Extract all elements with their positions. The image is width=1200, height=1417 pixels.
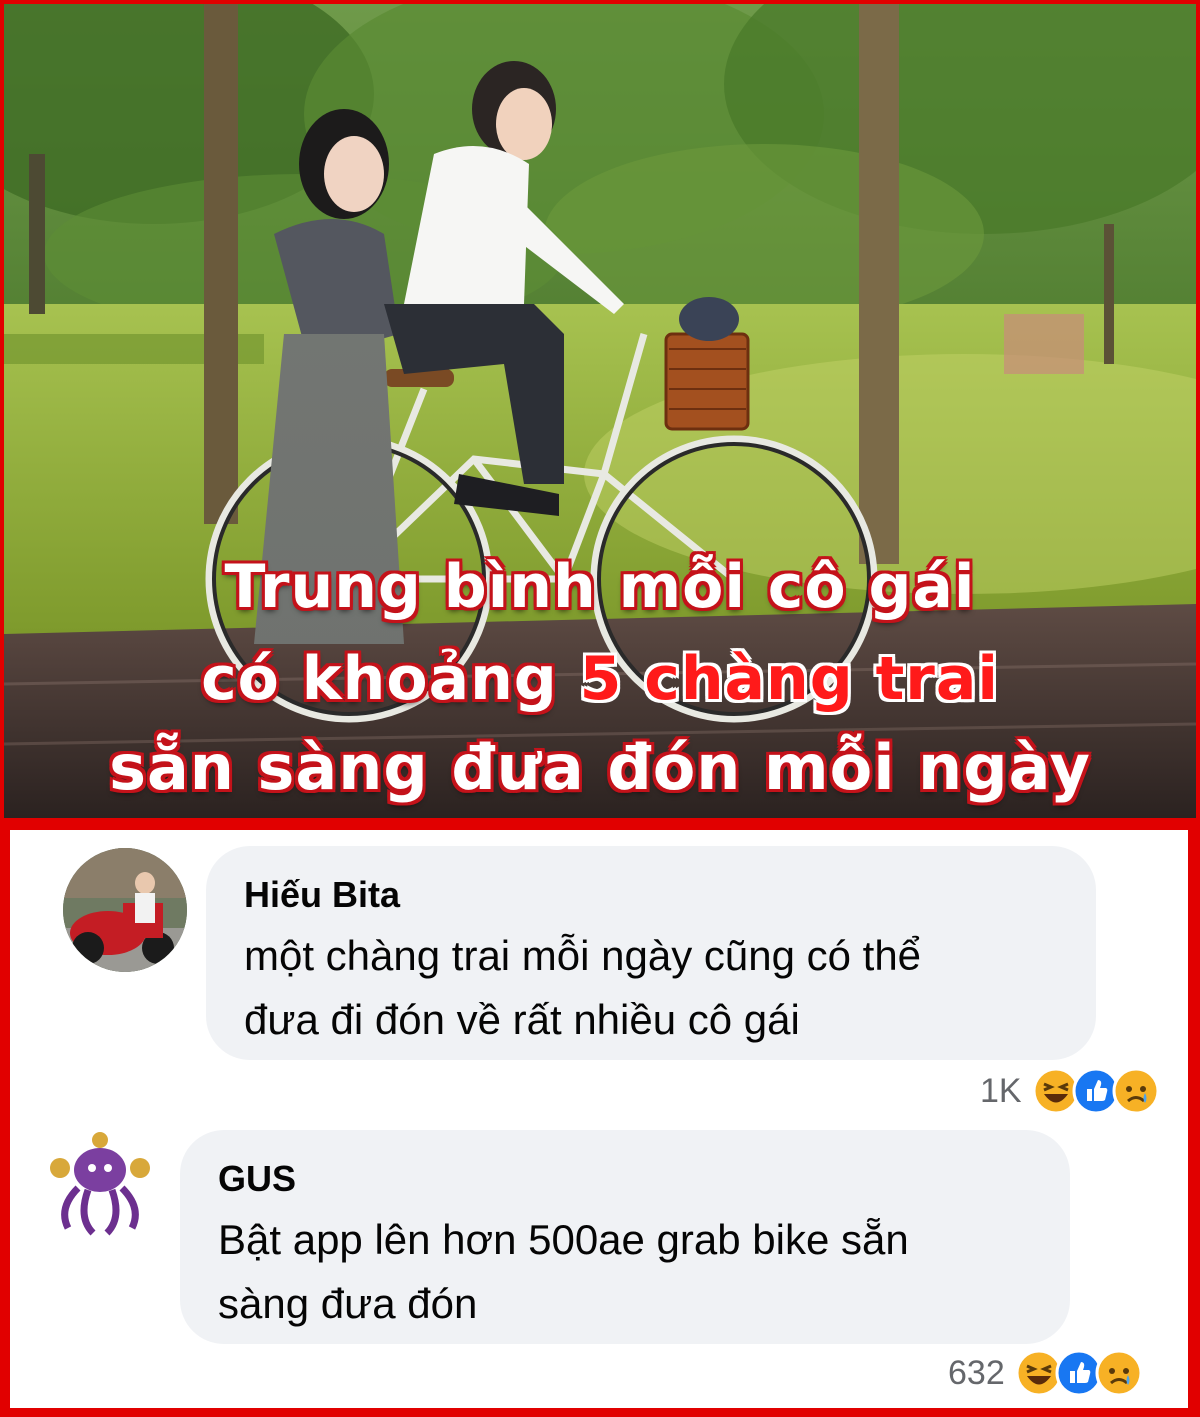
comment-author[interactable]: Hiếu Bita [244, 874, 400, 916]
comment-bubble[interactable]: GUS Bật app lên hơn 500ae grab bike sẵn … [180, 1130, 1070, 1344]
reaction-count: 632 [948, 1353, 1005, 1392]
octopus-logo-avatar [40, 1130, 160, 1250]
meme-photo: Trung bình mỗi cô gái có khoảng 5 chàng … [4, 4, 1196, 818]
reaction-count: 1K [980, 1071, 1022, 1110]
caption-line-2-prefix: có khoảng [201, 644, 580, 714]
comment-text-line: Bật app lên hơn 500ae grab bike sẵn [218, 1216, 909, 1263]
avatar[interactable] [63, 848, 187, 972]
reaction-summary[interactable]: 632 [948, 1348, 1143, 1398]
caption-line-2: có khoảng 5 chàng trai [4, 644, 1196, 714]
caption-line-3: sẵn sàng đưa đón mỗi ngày [109, 731, 1091, 804]
sad-icon [1112, 1067, 1160, 1115]
caption-highlight: 5 chàng trai [579, 644, 999, 714]
caption-line-1: Trung bình mỗi cô gái [224, 552, 976, 622]
comment-text-line: một chàng trai mỗi ngày cũng có thể [244, 932, 922, 979]
reaction-summary[interactable]: 1K [980, 1066, 1160, 1116]
comment-text-line: đưa đi đón về rất nhiều cô gái [244, 996, 800, 1043]
avatar[interactable] [38, 1128, 162, 1252]
comment-text: Bật app lên hơn 500ae grab bike sẵn sàng… [218, 1208, 909, 1336]
comment-author[interactable]: GUS [218, 1158, 296, 1200]
comment-bubble[interactable]: Hiếu Bita một chàng trai mỗi ngày cũng c… [206, 846, 1096, 1060]
comment-text-line: sàng đưa đón [218, 1280, 478, 1327]
comments-section: Hiếu Bita một chàng trai mỗi ngày cũng c… [10, 830, 1188, 1408]
comment-text: một chàng trai mỗi ngày cũng có thể đưa … [244, 924, 921, 1052]
sad-icon [1095, 1349, 1143, 1397]
motorbike-avatar-image [63, 848, 187, 972]
